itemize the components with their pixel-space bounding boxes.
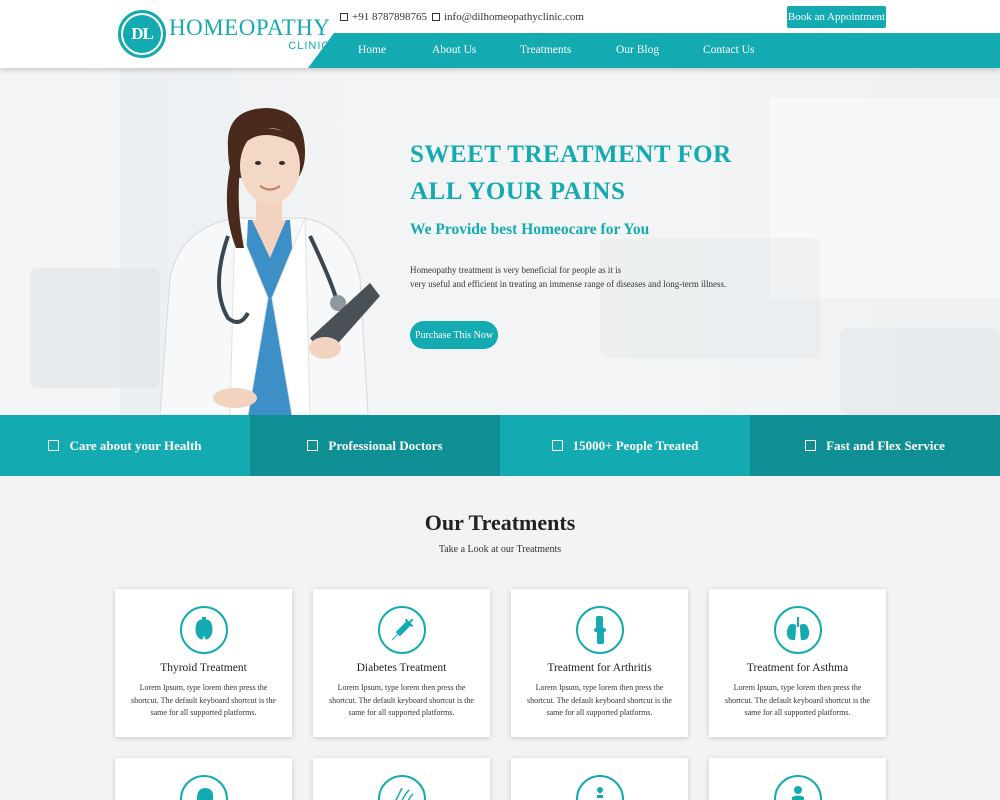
site-header: DL HOMEOPATHY CLINIC +91 8787898765 info… — [0, 0, 1000, 68]
feature-label: Care about your Health — [69, 437, 202, 453]
card-text: Lorem Ipsum, type lorem then press the s… — [131, 683, 276, 717]
treatment-card-thyroid[interactable]: Thyroid Treatment Lorem Ipsum, type lore… — [115, 589, 292, 737]
hero-subtitle: We Provide best Homeocare for You — [410, 221, 650, 238]
card-title: Treatment for Asthma — [746, 662, 849, 674]
purchase-button[interactable]: Purchase This Now — [410, 321, 498, 349]
logo-title: HOMEOPATHY — [169, 15, 331, 40]
hero-bg-shape — [600, 238, 820, 358]
hero-title: SWEET TREATMENT FOR ALL YOUR PAINS — [410, 136, 790, 210]
nav-contact-us[interactable]: Contact Us — [703, 44, 754, 56]
nav-about-us[interactable]: About Us — [432, 44, 476, 56]
logo-text: HOMEOPATHY CLINIC — [169, 16, 330, 52]
book-appointment-button[interactable]: Book an Appointment — [787, 6, 886, 28]
mail-icon — [432, 13, 440, 21]
doctor-image — [159, 108, 380, 415]
main-nav: Home About Us Treatments Our Blog Contac… — [308, 33, 1000, 68]
treatment-card[interactable] — [709, 758, 886, 800]
body-icon — [773, 775, 822, 800]
email-text: info@dilhomeopathyclinic.com — [444, 11, 584, 23]
checkbox-icon — [48, 440, 60, 451]
hero-bg-shape — [840, 328, 1000, 415]
feature-label: 15000+ People Treated — [572, 437, 699, 453]
lungs-icon — [773, 606, 822, 654]
treatment-card[interactable] — [511, 758, 688, 800]
thyroid-icon — [179, 606, 228, 654]
treatment-card-arthritis[interactable]: Treatment for Arthritis Lorem Ipsum, typ… — [511, 589, 688, 737]
hero-desc-line-1: Homeopathy treatment is very beneficial … — [410, 265, 622, 275]
treatment-card[interactable] — [313, 758, 490, 800]
logo-monogram: DL — [123, 15, 161, 53]
site-logo[interactable]: DL HOMEOPATHY CLINIC — [118, 10, 330, 58]
checkbox-icon — [805, 440, 817, 451]
syringe-icon — [377, 606, 426, 654]
checkbox-icon — [307, 440, 319, 451]
treatment-card-diabetes[interactable]: Diabetes Treatment Lorem Ipsum, type lor… — [313, 589, 490, 737]
feature-strip: Care about your Health Professional Doct… — [0, 415, 1000, 476]
contact-phone[interactable]: +91 8787898765 — [340, 11, 427, 23]
card-title: Treatment for Arthritis — [547, 662, 652, 674]
nav-treatments[interactable]: Treatments — [520, 44, 571, 56]
section-title: Our Treatments — [424, 510, 576, 535]
logo-subtitle: CLINIC — [288, 40, 331, 52]
nav-our-blog[interactable]: Our Blog — [616, 44, 659, 56]
spine-icon — [575, 775, 624, 800]
feature-label: Fast and Flex Service — [826, 437, 945, 453]
logo-badge-icon: DL — [118, 10, 166, 58]
feature-label: Professional Doctors — [328, 437, 443, 453]
treatment-card[interactable] — [115, 758, 292, 800]
feature-care-about-health: Care about your Health — [0, 415, 250, 476]
card-title: Thyroid Treatment — [160, 662, 247, 674]
knee-joint-icon — [575, 606, 624, 654]
feature-professional-doctors: Professional Doctors — [250, 415, 500, 476]
card-text: Lorem Ipsum, type lorem then press the s… — [329, 683, 474, 717]
feature-fast-flex-service: Fast and Flex Service — [750, 415, 1000, 476]
phone-icon — [340, 13, 348, 21]
hair-icon — [377, 775, 426, 800]
treatment-card-asthma[interactable]: Treatment for Asthma Lorem Ipsum, type l… — [709, 589, 886, 737]
nav-home[interactable]: Home — [358, 44, 386, 56]
contact-email[interactable]: info@dilhomeopathyclinic.com — [432, 11, 584, 23]
hero-title-line-1: SWEET TREATMENT FOR — [410, 141, 732, 168]
head-profile-icon — [179, 775, 228, 800]
card-text: Lorem Ipsum, type lorem then press the s… — [725, 683, 870, 717]
hero-banner: SWEET TREATMENT FOR ALL YOUR PAINS We Pr… — [0, 68, 1000, 415]
section-subtitle: Take a Look at our Treatments — [438, 544, 562, 555]
hero-desc-line-2: very useful and efficient in treating an… — [410, 279, 727, 289]
hero-description: Homeopathy treatment is very beneficial … — [410, 263, 750, 291]
card-title: Diabetes Treatment — [356, 662, 447, 674]
checkbox-icon — [551, 440, 563, 451]
card-text: Lorem Ipsum, type lorem then press the s… — [527, 683, 672, 717]
phone-text: +91 8787898765 — [352, 11, 427, 23]
feature-people-treated: 15000+ People Treated — [500, 415, 750, 476]
hero-title-line-2: ALL YOUR PAINS — [410, 178, 626, 205]
